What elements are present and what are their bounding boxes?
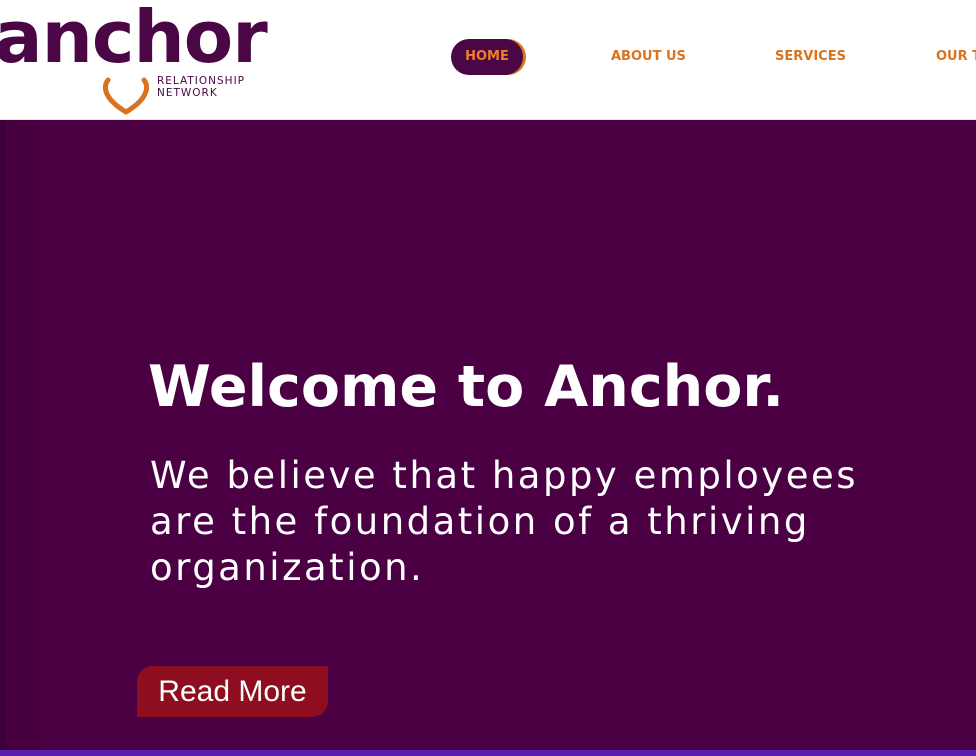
hero-title: Welcome to Anchor.	[148, 354, 784, 420]
hero-subtitle: We believe that happy employees are the …	[150, 453, 870, 591]
nav-about-us[interactable]: ABOUT US	[611, 39, 686, 75]
logo-subtitle-line1: RELATIONSHIP	[157, 75, 246, 87]
read-more-button[interactable]: Read More	[137, 666, 328, 717]
logo-wordmark: anchor	[0, 0, 268, 79]
nav-our-team[interactable]: OUR TE	[936, 39, 976, 75]
hero-edge-shade-inner	[6, 120, 42, 756]
hero-section: Welcome to Anchor. We believe that happy…	[0, 120, 976, 756]
nav-home[interactable]: HOME	[451, 39, 523, 75]
hero-subtitle-line: are the foundation of a thriving	[150, 500, 810, 543]
logo-subtitle: RELATIONSHIP NETWORK	[157, 75, 245, 99]
hero-bottom-bar	[0, 750, 976, 756]
hero-subtitle-line: organization.	[150, 546, 425, 589]
heart-outline-icon	[102, 77, 150, 115]
nav-services[interactable]: SERVICES	[775, 39, 846, 75]
logo-subtitle-line2: NETWORK	[157, 87, 218, 99]
hero-subtitle-line: We believe that happy employees	[150, 454, 858, 497]
site-header: anchor RELATIONSHIP NETWORK HOME ABOUT U…	[0, 0, 976, 120]
